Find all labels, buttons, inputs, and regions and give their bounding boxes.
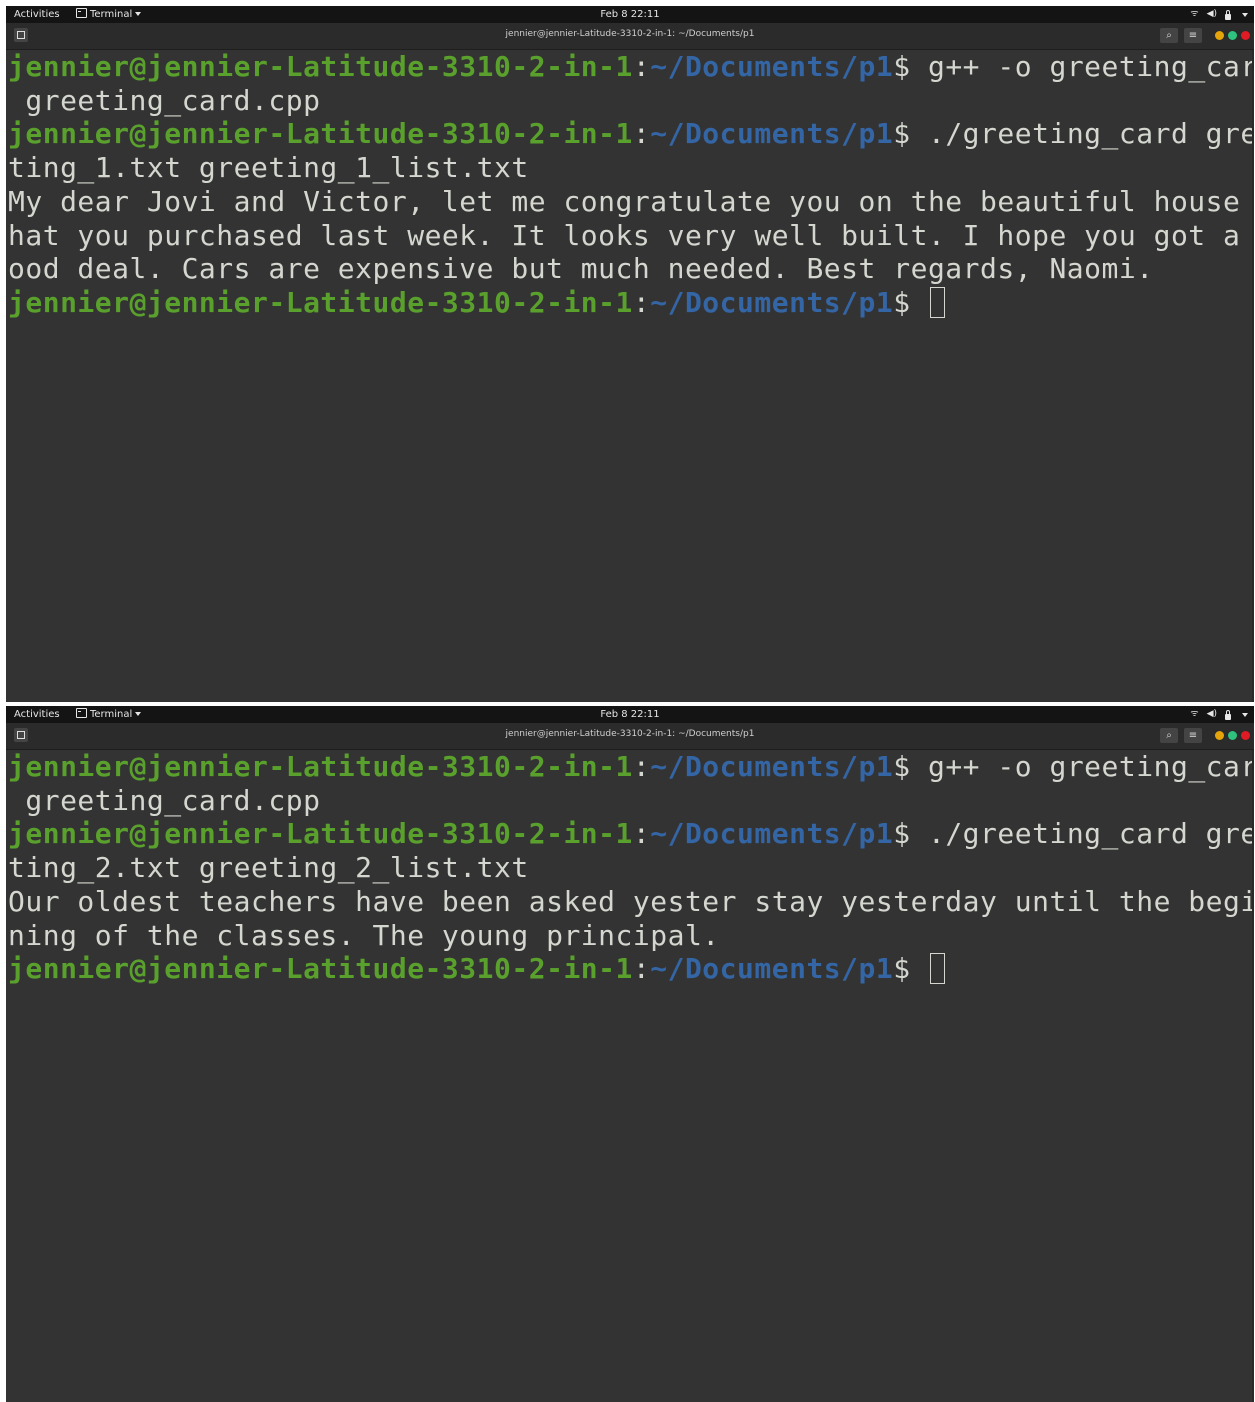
output-line: My dear Jovi and Victor, let me congratu… (8, 184, 1254, 218)
prompt-user: jennier@jennier-Latitude-3310-2-in-1 (8, 750, 633, 783)
clock[interactable]: Feb 8 22:11 (6, 706, 1254, 723)
prompt-path: ~/Documents/p1 (650, 952, 894, 986)
prompt-line: jennier@jennier-Latitude-3310-2-in-1:~/D… (8, 750, 1254, 784)
command-continuation: ting_2.txt greeting_2_list.txt (8, 851, 529, 885)
prompt-dollar: $ (893, 285, 911, 319)
terminal-titlebar[interactable]: jennier@jennier-Latitude-3310-2-in-1: ~/… (6, 723, 1254, 750)
lock-icon (1225, 9, 1231, 20)
menu-button[interactable]: ≡ (1184, 28, 1202, 43)
prompt-user: jennier@jennier-Latitude-3310-2-in-1 (8, 50, 633, 83)
command-continuation: greeting_card.cpp (8, 83, 321, 117)
prompt-dollar: $ (893, 117, 911, 151)
prompt-user: jennier@jennier-Latitude-3310-2-in-1 (8, 285, 633, 319)
scrollbar[interactable] (1252, 50, 1254, 702)
command-continuation: ting_1.txt greeting_1_list.txt (8, 151, 529, 185)
prompt-colon: : (632, 817, 651, 851)
maximize-button[interactable] (1228, 31, 1237, 40)
command-continuation: greeting_card.cpp (8, 783, 321, 817)
prompt-line: jennier@jennier-Latitude-3310-2-in-1:~/D… (8, 952, 1244, 986)
terminal-output[interactable]: jennier@jennier-Latitude-3310-2-in-1:~/D… (6, 50, 1254, 320)
prompt-colon: : (632, 750, 651, 783)
hamburger-icon: ≡ (1188, 730, 1198, 741)
close-button[interactable] (1241, 31, 1250, 40)
output-line: hat you purchased last week. It looks ve… (8, 218, 1254, 252)
volume-icon: ◀) (1206, 9, 1217, 19)
window-title: jennier@jennier-Latitude-3310-2-in-1: ~/… (505, 29, 755, 39)
terminal-output[interactable]: jennier@jennier-Latitude-3310-2-in-1:~/D… (6, 750, 1254, 986)
prompt-line: jennier@jennier-Latitude-3310-2-in-1:~/D… (8, 117, 1254, 151)
screenshot-bottom: Activities Terminal Feb 8 22:11 ᯤ ◀) jen… (6, 706, 1254, 1402)
prompt-dollar: $ (893, 50, 911, 83)
prompt-line: jennier@jennier-Latitude-3310-2-in-1:~/D… (8, 817, 1254, 851)
window-title: jennier@jennier-Latitude-3310-2-in-1: ~/… (505, 729, 755, 739)
terminal-cursor (929, 286, 945, 318)
command-text: ./greeting_card gree (910, 817, 1254, 851)
wifi-icon: ᯤ (1190, 709, 1199, 719)
search-icon: ⌕ (1166, 30, 1172, 41)
terminal-titlebar[interactable]: jennier@jennier-Latitude-3310-2-in-1: ~/… (6, 23, 1254, 50)
prompt-user: jennier@jennier-Latitude-3310-2-in-1 (8, 817, 633, 851)
prompt-colon: : (632, 117, 651, 151)
prompt-colon: : (632, 285, 651, 319)
prompt-line: jennier@jennier-Latitude-3310-2-in-1:~/D… (8, 286, 1244, 320)
system-tray[interactable]: ᯤ ◀) (1190, 6, 1248, 23)
search-button[interactable]: ⌕ (1160, 28, 1178, 43)
close-button[interactable] (1241, 731, 1250, 740)
minimize-button[interactable] (1215, 31, 1224, 40)
command-text: g++ -o greeting_card (910, 750, 1254, 783)
prompt-dollar: $ (893, 750, 911, 783)
lock-icon (1225, 709, 1231, 720)
prompt-dollar: $ (893, 952, 911, 986)
prompt-user: jennier@jennier-Latitude-3310-2-in-1 (8, 952, 633, 986)
prompt-path: ~/Documents/p1 (650, 750, 894, 783)
output-line: Our oldest teachers have been asked yest… (8, 884, 1254, 918)
gnome-top-bar: Activities Terminal Feb 8 22:11 ᯤ ◀) (6, 6, 1254, 23)
prompt-path: ~/Documents/p1 (650, 817, 894, 851)
search-icon: ⌕ (1166, 730, 1172, 741)
wifi-icon: ᯤ (1190, 9, 1199, 19)
terminal-cursor (929, 953, 945, 985)
output-line: ood deal. Cars are expensive but much ne… (8, 252, 1154, 286)
gnome-top-bar: Activities Terminal Feb 8 22:11 ᯤ ◀) (6, 706, 1254, 723)
hamburger-icon: ≡ (1188, 30, 1198, 41)
maximize-button[interactable] (1228, 731, 1237, 740)
output-line: ning of the classes. The young principal… (8, 918, 720, 952)
prompt-colon: : (632, 952, 651, 986)
prompt-line: jennier@jennier-Latitude-3310-2-in-1:~/D… (8, 50, 1254, 84)
prompt-path: ~/Documents/p1 (650, 117, 894, 151)
scrollbar[interactable] (1252, 750, 1254, 1402)
prompt-path: ~/Documents/p1 (650, 285, 894, 319)
chevron-down-icon (1242, 12, 1248, 17)
chevron-down-icon (1242, 712, 1248, 717)
prompt-path: ~/Documents/p1 (650, 50, 894, 83)
command-text: ./greeting_card gree (910, 117, 1254, 151)
minimize-button[interactable] (1215, 731, 1224, 740)
screenshot-top: Activities Terminal Feb 8 22:11 ᯤ ◀) jen… (6, 6, 1254, 702)
prompt-user: jennier@jennier-Latitude-3310-2-in-1 (8, 117, 633, 151)
search-button[interactable]: ⌕ (1160, 728, 1178, 743)
system-tray[interactable]: ᯤ ◀) (1190, 706, 1248, 723)
clock[interactable]: Feb 8 22:11 (6, 6, 1254, 23)
prompt-dollar: $ (893, 817, 911, 851)
command-text: g++ -o greeting_card (910, 50, 1254, 83)
menu-button[interactable]: ≡ (1184, 728, 1202, 743)
prompt-colon: : (632, 50, 651, 83)
volume-icon: ◀) (1206, 709, 1217, 719)
